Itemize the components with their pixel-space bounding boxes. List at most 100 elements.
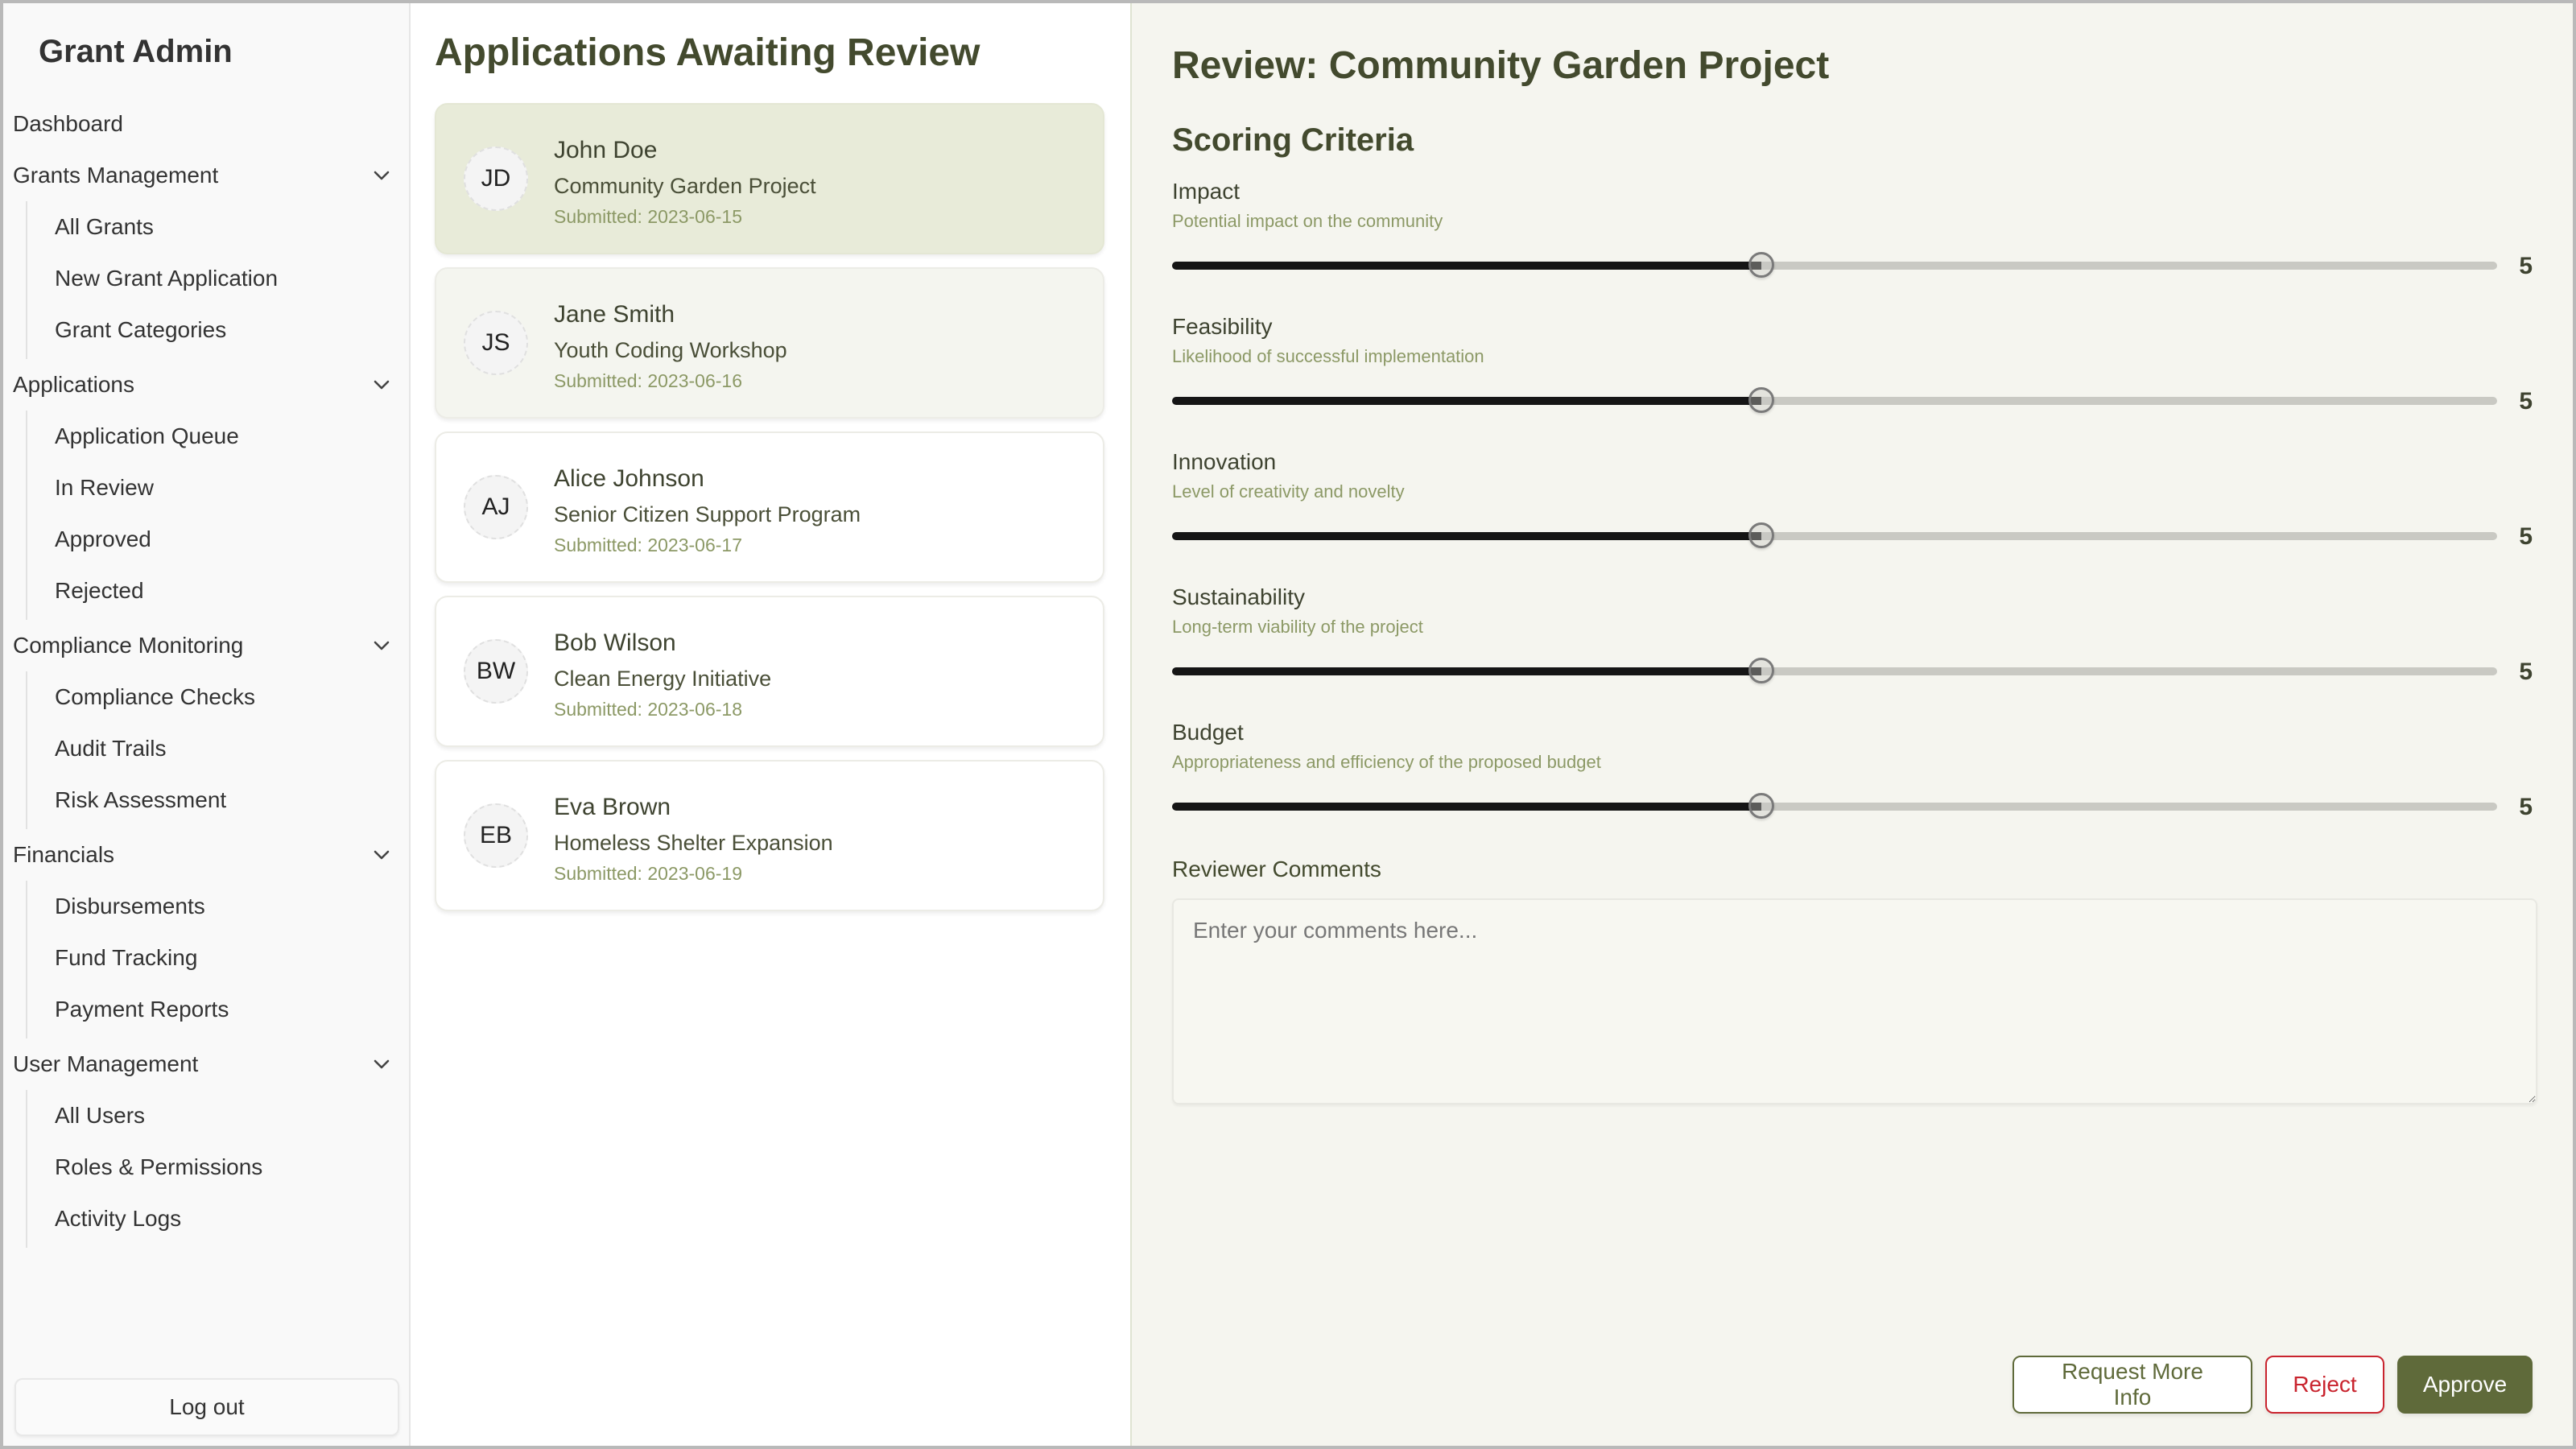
sidebar-group-compliance-monitoring[interactable]: Compliance Monitoring: [3, 620, 409, 671]
chevron-down-icon[interactable]: [370, 1053, 393, 1075]
sidebar-item-dashboard[interactable]: Dashboard: [3, 98, 409, 150]
approve-button[interactable]: Approve: [2397, 1356, 2533, 1414]
reject-button[interactable]: Reject: [2265, 1356, 2384, 1414]
review-panel: Review: Community Garden Project Scoring…: [1132, 3, 2573, 1446]
submitted-date: Submitted: 2023-06-16: [554, 370, 742, 391]
chevron-down-icon[interactable]: [370, 374, 393, 396]
sidebar-item-all-grants[interactable]: All Grants: [55, 201, 409, 253]
application-card[interactable]: JS Jane Smith Youth Coding Workshop Submitt…: [435, 267, 1104, 419]
sidebar-group-grants-management[interactable]: Grants Management: [3, 150, 409, 201]
application-card[interactable]: JD John Doe Community Garden Project Submit…: [435, 103, 1104, 254]
avatar: EB: [464, 803, 528, 868]
criterion-label: Innovation: [1172, 449, 1277, 474]
sidebar-item-fund-tracking[interactable]: Fund Tracking: [55, 932, 409, 984]
slider-thumb[interactable]: [1748, 658, 1774, 683]
criterion-label: Sustainability: [1172, 584, 1305, 609]
score-slider[interactable]: [1172, 522, 2497, 551]
score-value: 5: [2519, 523, 2533, 550]
score-slider[interactable]: [1172, 386, 2497, 415]
chevron-down-icon[interactable]: [370, 634, 393, 657]
avatar: JS: [464, 311, 528, 375]
criterion-description: Likelihood of successful implementation: [1172, 346, 1484, 366]
criterion-description: Long-term viability of the project: [1172, 617, 1423, 637]
sidebar: Grant Admin Dashboard Grants Management A…: [3, 3, 411, 1446]
request-more-info-button[interactable]: Request More Info: [2013, 1356, 2252, 1414]
sidebar-submenu: All Grants New Grant Application Grant Cat…: [26, 201, 409, 359]
criterion-label: Feasibility: [1172, 314, 1273, 339]
sidebar-submenu: Disbursements Fund Tracking Payment Report…: [26, 881, 409, 1038]
slider-thumb[interactable]: [1748, 793, 1774, 819]
slider-thumb[interactable]: [1748, 522, 1774, 548]
application-card[interactable]: EB Eva Brown Homeless Shelter Expansion Sub…: [435, 760, 1104, 911]
sidebar-item-roles-and-permissions[interactable]: Roles & Permissions: [55, 1141, 409, 1193]
submitted-date: Submitted: 2023-06-15: [554, 206, 742, 227]
sidebar-item-risk-assessment[interactable]: Risk Assessment: [55, 774, 409, 826]
applicant-name: Eva Brown: [554, 794, 671, 820]
sidebar-group-financials[interactable]: Financials: [3, 829, 409, 881]
scoring-criteria: Impact Potential impact on the community 5…: [1172, 177, 2533, 853]
project-name: Homeless Shelter Expansion: [554, 831, 833, 855]
application-list: JD John Doe Community Garden Project Submit…: [435, 103, 1104, 924]
chevron-down-icon[interactable]: [370, 164, 393, 187]
sidebar-item-in-review[interactable]: In Review: [55, 462, 409, 514]
application-card[interactable]: BW Bob Wilson Clean Energy Initiative Submi…: [435, 596, 1104, 747]
score-slider[interactable]: [1172, 251, 2497, 280]
slider-fill: [1172, 397, 1761, 405]
criterion-budget: Budget Appropriateness and efficiency of …: [1172, 718, 2533, 853]
sidebar-item-all-users[interactable]: All Users: [55, 1090, 409, 1141]
score-value: 5: [2519, 658, 2533, 685]
sidebar-item-activity-logs[interactable]: Activity Logs: [55, 1193, 409, 1245]
applicant-name: Jane Smith: [554, 301, 675, 328]
sidebar-group-label: Grants Management: [13, 163, 219, 188]
criterion-label: Budget: [1172, 720, 1244, 745]
reviewer-comments-input[interactable]: [1172, 898, 2537, 1104]
slider-fill: [1172, 803, 1761, 811]
scoring-criteria-title: Scoring Criteria: [1172, 122, 1414, 158]
criterion-innovation: Innovation Level of creativity and novelt…: [1172, 448, 2533, 583]
sidebar-item-payment-reports[interactable]: Payment Reports: [55, 984, 409, 1035]
slider-thumb[interactable]: [1748, 252, 1774, 278]
sidebar-group-applications[interactable]: Applications: [3, 359, 409, 411]
sidebar-item-new-grant-application[interactable]: New Grant Application: [55, 253, 409, 304]
criterion-sustainability: Sustainability Long-term viability of the…: [1172, 583, 2533, 718]
score-value: 5: [2519, 388, 2533, 415]
comments-label: Reviewer Comments: [1172, 857, 1381, 881]
chevron-down-icon[interactable]: [370, 844, 393, 866]
applicant-name: Bob Wilson: [554, 630, 676, 656]
project-name: Clean Energy Initiative: [554, 667, 772, 691]
sidebar-item-application-queue[interactable]: Application Queue: [55, 411, 409, 462]
slider-thumb[interactable]: [1748, 387, 1774, 413]
score-slider[interactable]: [1172, 792, 2497, 821]
sidebar-item-rejected[interactable]: Rejected: [55, 565, 409, 617]
submitted-date: Submitted: 2023-06-19: [554, 863, 742, 884]
sidebar-group-label: Financials: [13, 842, 115, 867]
criterion-description: Appropriateness and efficiency of the pr…: [1172, 752, 1601, 772]
application-card[interactable]: AJ Alice Johnson Senior Citizen Support Pr…: [435, 431, 1104, 583]
slider-fill: [1172, 262, 1761, 270]
applications-panel: Applications Awaiting Review JD John Doe C…: [411, 3, 1132, 1446]
sidebar-item-approved[interactable]: Approved: [55, 514, 409, 565]
score-slider[interactable]: [1172, 657, 2497, 686]
sidebar-submenu: Application Queue In Review Approved Reject…: [26, 411, 409, 620]
criterion-description: Potential impact on the community: [1172, 211, 1443, 231]
sidebar-nav: Dashboard Grants Management All Grants New…: [3, 98, 409, 1248]
sidebar-group-user-management[interactable]: User Management: [3, 1038, 409, 1090]
list-title: Applications Awaiting Review: [435, 31, 980, 74]
logout-button[interactable]: Log out: [14, 1378, 399, 1436]
sidebar-item-disbursements[interactable]: Disbursements: [55, 881, 409, 932]
sidebar-group-label: Applications: [13, 372, 134, 397]
sidebar-item-compliance-checks[interactable]: Compliance Checks: [55, 671, 409, 723]
project-name: Community Garden Project: [554, 174, 816, 198]
app-window: Grant Admin Dashboard Grants Management A…: [3, 3, 2573, 1446]
criterion-description: Level of creativity and novelty: [1172, 481, 1405, 502]
sidebar-group-label: Compliance Monitoring: [13, 633, 244, 658]
score-value: 5: [2519, 253, 2533, 279]
review-title: Review: Community Garden Project: [1172, 44, 1830, 87]
brand-title: Grant Admin: [39, 34, 233, 69]
submitted-date: Submitted: 2023-06-17: [554, 535, 742, 555]
project-name: Youth Coding Workshop: [554, 338, 787, 362]
criterion-impact: Impact Potential impact on the community 5: [1172, 177, 2533, 312]
sidebar-item-grant-categories[interactable]: Grant Categories: [55, 304, 409, 356]
avatar: JD: [464, 147, 528, 211]
sidebar-item-audit-trails[interactable]: Audit Trails: [55, 723, 409, 774]
